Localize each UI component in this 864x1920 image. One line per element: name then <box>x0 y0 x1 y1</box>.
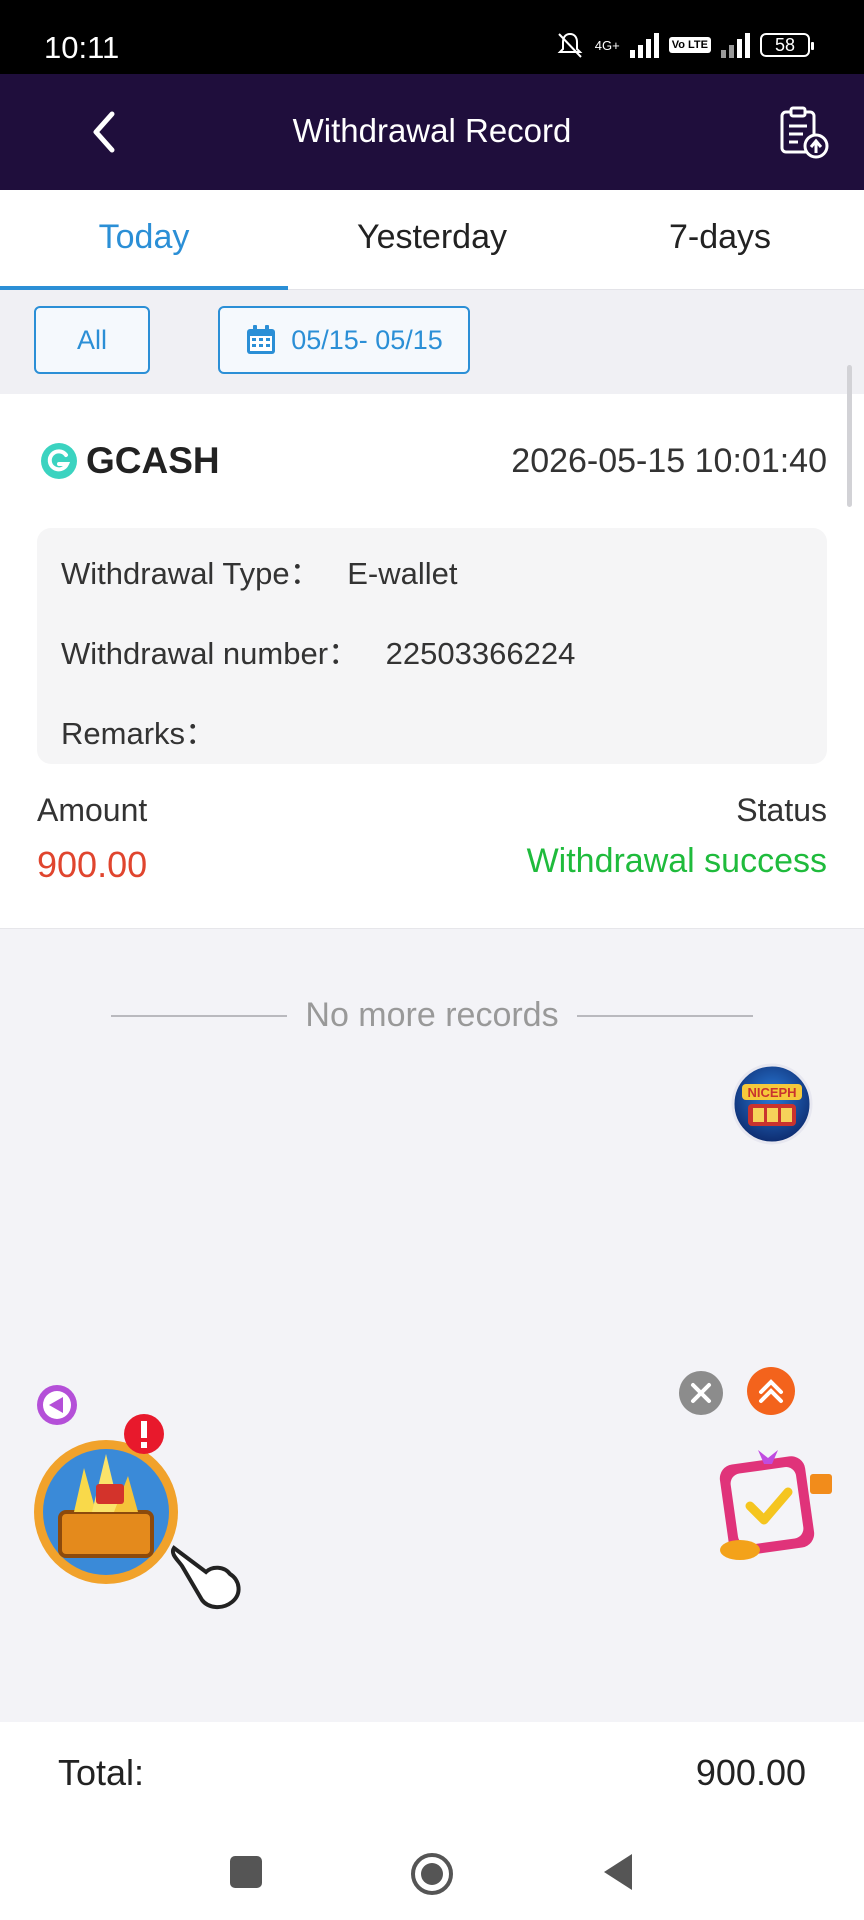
export-record-button[interactable] <box>776 104 832 160</box>
amount-label: Amount <box>37 792 148 828</box>
niceph-floating-badge[interactable]: NICEPH <box>730 1062 814 1146</box>
close-icon <box>679 1371 723 1415</box>
amount-value: 900.00 <box>37 844 148 885</box>
tab-7-days[interactable]: 7-days <box>576 190 864 289</box>
close-float-button[interactable] <box>678 1370 724 1416</box>
status-time: 10:11 <box>44 30 120 65</box>
record-upload-icon <box>780 106 829 159</box>
filter-bar: All 05/15- 05/15 <box>0 290 864 394</box>
gcash-icon <box>41 443 77 479</box>
remarks-row: Remarks： <box>61 708 216 753</box>
scroll-top-button[interactable] <box>746 1366 796 1416</box>
app-header: Withdrawal Record <box>0 74 864 190</box>
tab-today[interactable]: Today <box>0 190 288 290</box>
withdrawal-type-label: Withdrawal Type： <box>61 556 321 591</box>
date-range-text: 05/15- 05/15 <box>291 324 443 355</box>
chevron-up-icon <box>747 1367 795 1415</box>
withdrawal-type-value: E-wallet <box>347 556 458 591</box>
square-icon <box>230 1856 262 1888</box>
status-bar: 10:11 4G+ Vo LTE 58 <box>0 0 864 74</box>
calendar-icon <box>247 325 276 354</box>
home-button[interactable] <box>408 1850 453 1895</box>
total-label: Total: <box>58 1752 145 1793</box>
record-details: Withdrawal Type： E-wallet Withdrawal num… <box>37 528 827 764</box>
list-end-indicator: No more records <box>0 996 864 1035</box>
no-more-records-text: No more records <box>305 996 559 1034</box>
battery-indicator: 58 <box>760 33 814 57</box>
remarks-label: Remarks： <box>61 716 217 751</box>
mute-bell-icon <box>557 32 583 58</box>
niceph-logo-text: NICEPH <box>747 1085 796 1100</box>
filter-all-button[interactable]: All <box>34 306 150 374</box>
withdrawal-number-row: Withdrawal number： 22503366224 <box>61 628 575 673</box>
home-circle-icon <box>411 1853 453 1895</box>
status-label: Status <box>736 792 827 828</box>
divider <box>111 1014 288 1017</box>
triangle-back-icon <box>604 1854 632 1890</box>
withdrawal-type-row: Withdrawal Type： E-wallet <box>61 548 457 593</box>
withdrawal-number-value: 22503366224 <box>385 636 576 671</box>
signal-icon-2 <box>721 32 750 58</box>
system-nav-bar <box>0 1822 864 1920</box>
page-title: Withdrawal Record <box>292 112 572 149</box>
signal-icon <box>629 32 659 58</box>
withdrawal-record-card[interactable]: GCASH 2026-05-15 10:01:40 Withdrawal Typ… <box>0 394 864 929</box>
record-datetime: 2026-05-15 10:01:40 <box>511 442 827 480</box>
recents-button[interactable] <box>224 1850 268 1894</box>
tab-yesterday[interactable]: Yesterday <box>288 190 576 289</box>
withdrawal-number-label: Withdrawal number： <box>61 636 360 671</box>
payment-method: GCASH <box>40 440 220 482</box>
network-type: 4G+ <box>594 37 620 53</box>
volte-badge: Vo LTE <box>668 37 711 53</box>
scrollbar[interactable] <box>847 365 852 507</box>
status-value: Withdrawal success <box>526 842 827 880</box>
pointing-hand-icon <box>168 1536 248 1612</box>
niceph-logo-icon: NICEPH <box>731 1063 813 1145</box>
checkin-gift-button[interactable] <box>712 1446 836 1564</box>
payment-method-name: GCASH <box>86 440 220 481</box>
system-back-button[interactable] <box>598 1850 642 1894</box>
status-icons: 4G+ Vo LTE 58 <box>555 30 814 60</box>
totals-bar: Total: 900.00 <box>0 1722 864 1822</box>
divider <box>576 1014 753 1017</box>
date-tabs: Today Yesterday 7-days <box>0 190 864 290</box>
gift-checklist-icon <box>719 1450 832 1560</box>
total-value: 900.00 <box>695 1752 806 1793</box>
date-range-picker[interactable]: 05/15- 05/15 <box>218 306 470 374</box>
